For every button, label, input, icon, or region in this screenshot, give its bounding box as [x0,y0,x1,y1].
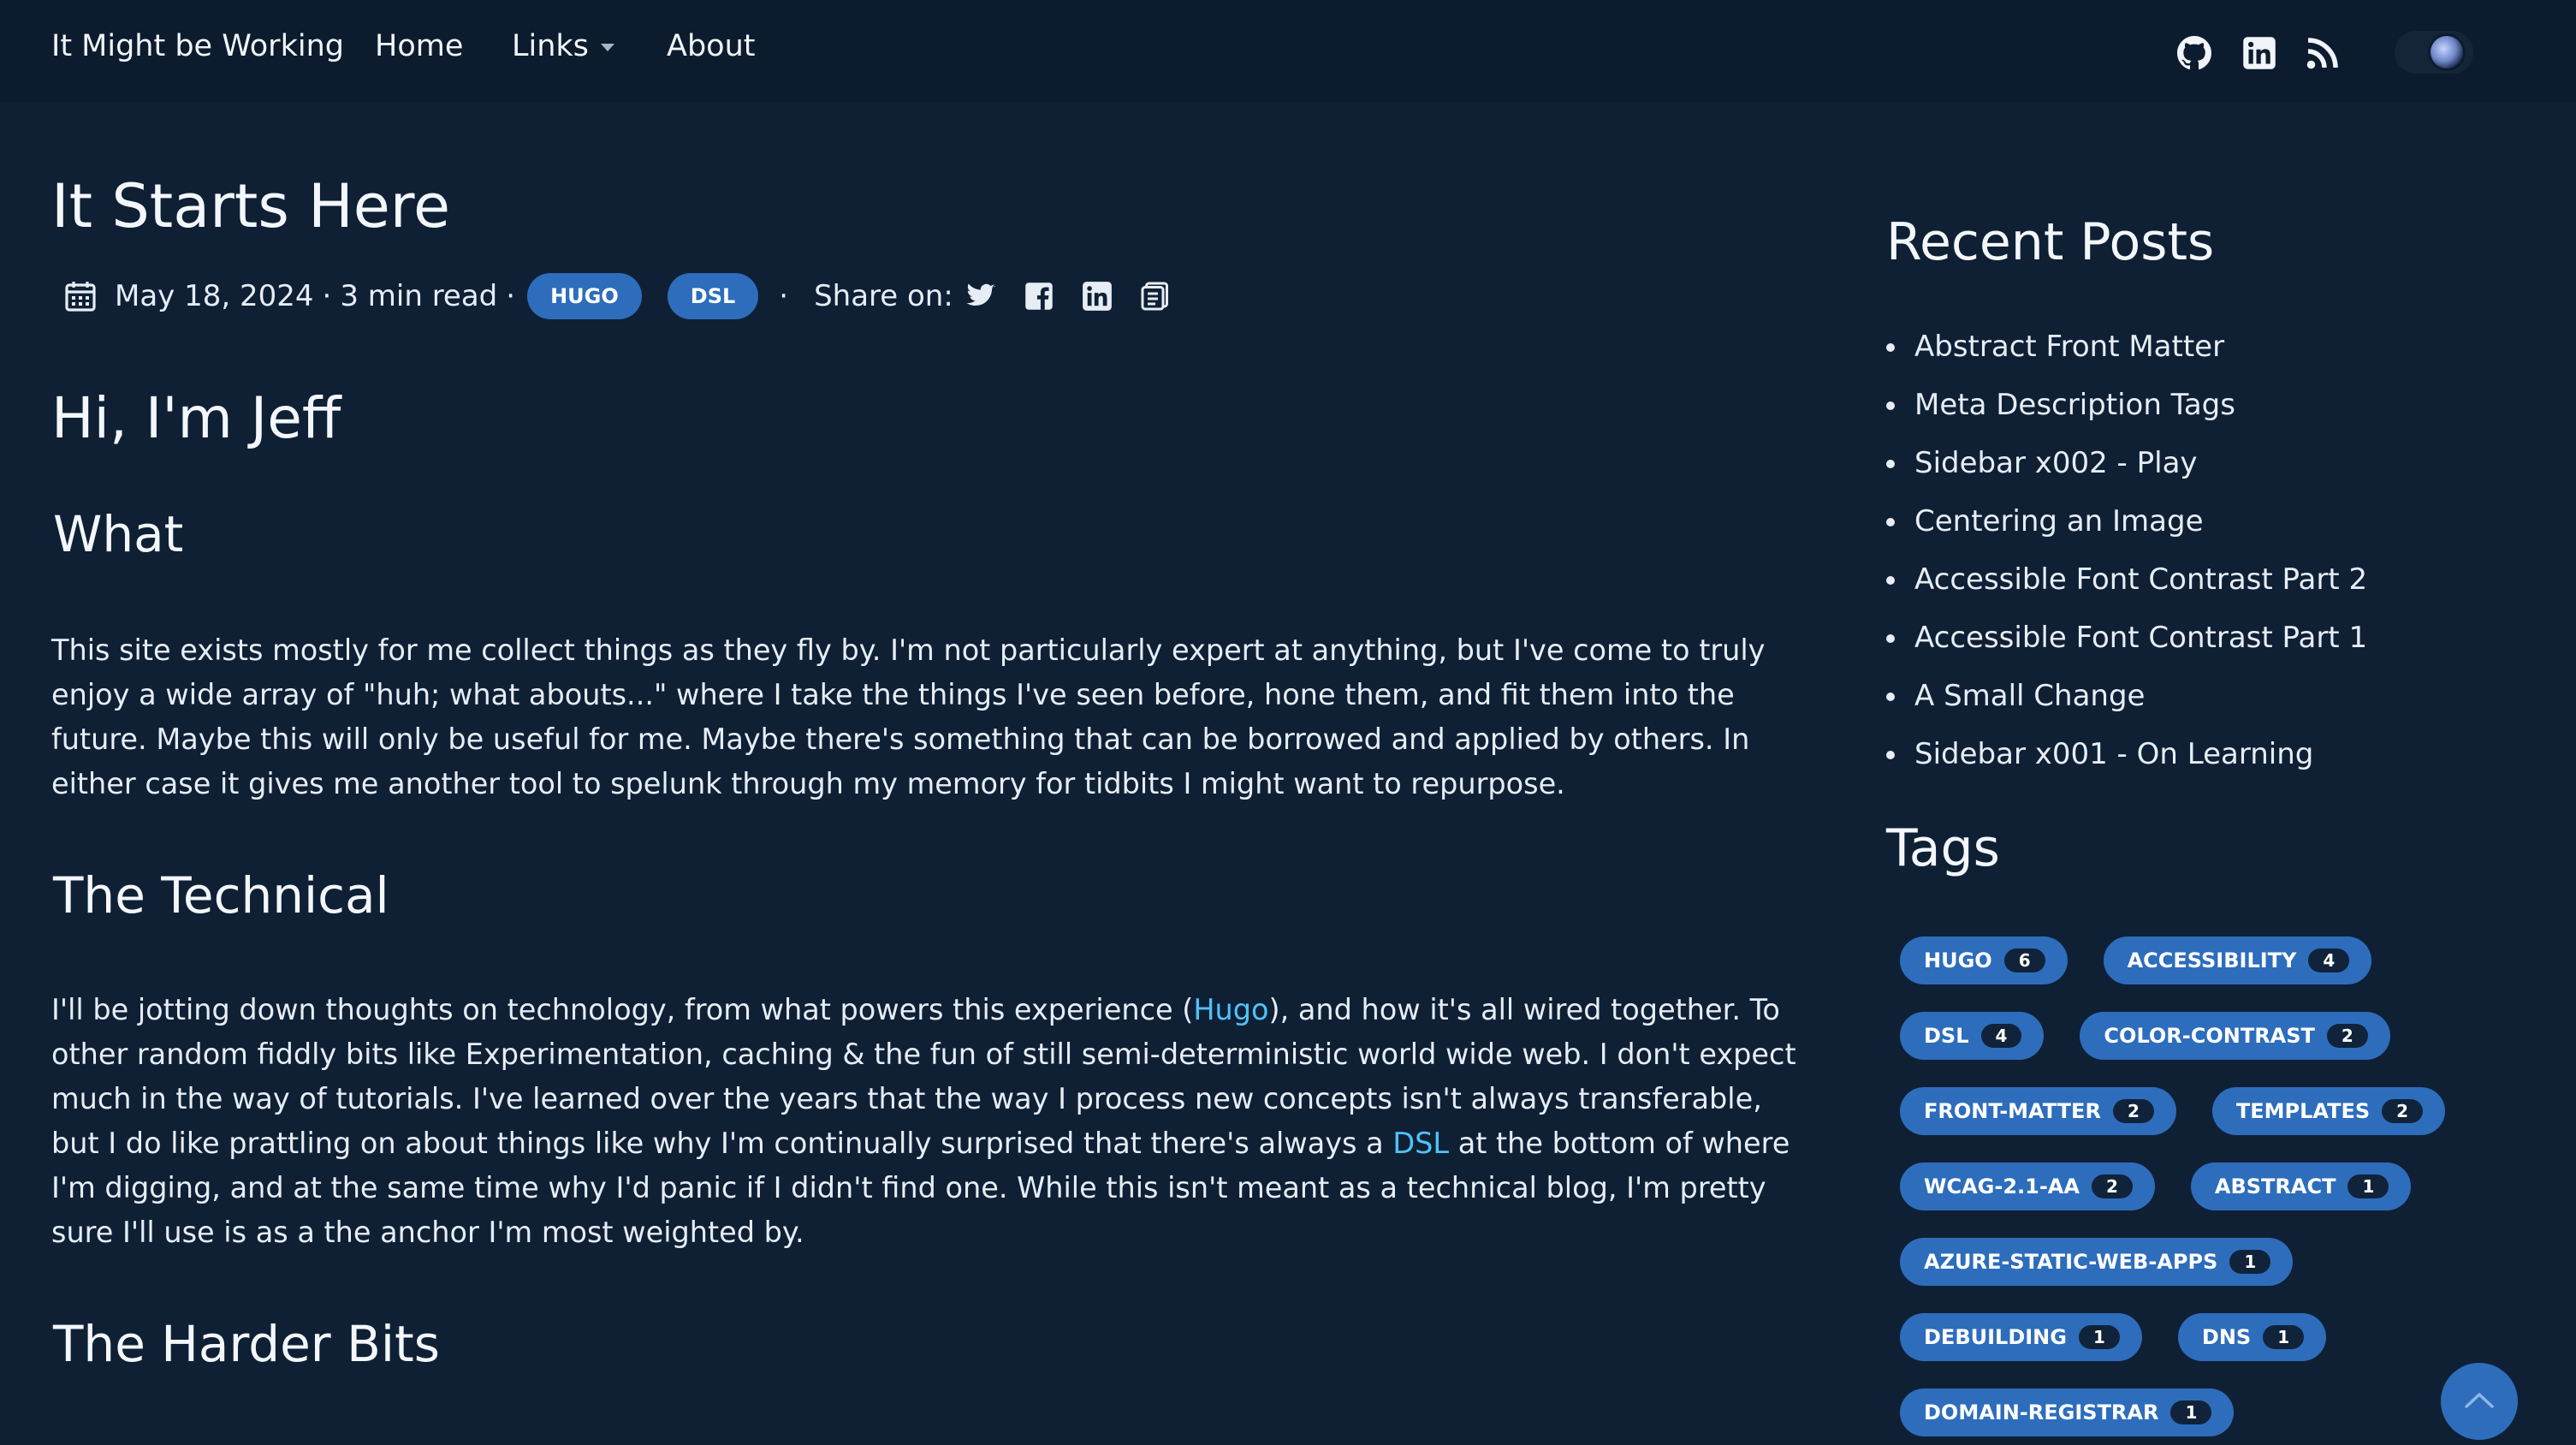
chevron-up-icon [2465,1393,2494,1408]
tag-count: 1 [2263,1325,2305,1349]
recent-post-link[interactable]: Sidebar x001 - On Learning [1886,729,2367,788]
recent-post-link[interactable]: Meta Description Tags [1886,380,2367,438]
tag-name: DSL [1924,1024,1969,1048]
tag-name: TEMPLATES [2235,1099,2371,1123]
linkedin-icon[interactable] [2242,36,2276,70]
recent-post-link[interactable]: Accessible Font Contrast Part 1 [1886,613,2367,671]
tag-link-domain-registrar[interactable]: DOMAIN-REGISTRAR 1 [1900,1389,2235,1436]
tag-count: 1 [2229,1250,2271,1274]
tag-link-wcag[interactable]: WCAG-2.1-AA 2 [1900,1163,2155,1210]
post-tag-dsl[interactable]: DSL [667,273,759,319]
recent-posts-heading: Recent Posts [1886,212,2215,272]
facebook-icon[interactable] [1024,281,1054,312]
recent-post-link[interactable]: Accessible Font Contrast Part 2 [1886,555,2367,613]
tag-name: DNS [2201,1325,2252,1349]
tag-name: WCAG-2.1-AA [1924,1174,2080,1198]
recent-post-link[interactable]: Sidebar x002 - Play [1886,438,2367,497]
tag-cloud: HUGO 6 ACCESSIBILITY 4 DSL 4 COLOR-CONTRAST… [1900,937,2473,1436]
tag-name: ACCESSIBILITY [2127,948,2297,972]
tag-count: 2 [2382,1099,2424,1123]
paragraph-technical: I'll be jotting down thoughts on technol… [51,988,1797,1255]
back-to-top-button[interactable] [2441,1363,2518,1440]
meta-separator: · [506,279,516,313]
tag-link-hugo[interactable]: HUGO 6 [1900,937,2068,984]
tag-link-accessibility[interactable]: ACCESSIBILITY 4 [2103,937,2372,984]
tag-count: 4 [1980,1024,2022,1048]
post-date: May 18, 2024 [115,279,314,313]
nav-about[interactable]: About [667,29,755,63]
rss-icon[interactable] [2306,36,2340,70]
content-heading: Hi, I'm Jeff [51,385,341,451]
chevron-down-icon [600,43,614,51]
tag-name: AZURE-STATIC-WEB-APPS [1924,1250,2218,1274]
tag-name: DEBUILDING [1924,1325,2067,1349]
nav-links-dropdown[interactable]: Links [512,29,614,63]
tag-link-front-matter[interactable]: FRONT-MATTER 2 [1900,1087,2176,1135]
tag-count: 2 [2112,1099,2154,1123]
theme-toggle[interactable] [2395,31,2473,74]
tag-name: ABSTRACT [2214,1174,2336,1198]
section-heading-harder-bits: The Harder Bits [53,1315,440,1373]
tags-heading: Tags [1886,818,2000,878]
tag-name: DOMAIN-REGISTRAR [1924,1400,2159,1424]
read-time: 3 min read [340,279,498,313]
tag-name: FRONT-MATTER [1924,1099,2101,1123]
tag-link-azure-static-web-apps[interactable]: AZURE-STATIC-WEB-APPS 1 [1900,1238,2294,1286]
nav-links-label: Links [512,29,589,63]
paragraph-what: This site exists mostly for me collect t… [51,633,1766,800]
tag-count: 1 [2078,1325,2120,1349]
tag-name: HUGO [1924,948,1992,972]
section-heading-technical: The Technical [53,866,389,925]
post-title: It Starts Here [51,171,451,241]
tag-count: 6 [2003,948,2045,972]
paragraph-text: I'll be jotting down thoughts on technol… [51,993,1194,1026]
tag-count: 1 [2170,1400,2212,1424]
meta-separator: · [779,279,789,313]
tag-name: COLOR-CONTRAST [2104,1024,2315,1048]
link-hugo[interactable]: Hugo [1193,993,1268,1026]
linkedin-share-icon[interactable] [1082,281,1113,312]
nav-home[interactable]: Home [375,29,463,63]
github-icon[interactable] [2177,36,2211,70]
calendar-icon [63,279,98,313]
tag-link-abstract[interactable]: ABSTRACT 1 [2190,1163,2412,1210]
post-meta: May 18, 2024 · 3 min read · HUGO DSL · S… [51,272,1171,320]
tag-count: 2 [2326,1024,2368,1048]
tag-link-dsl[interactable]: DSL 4 [1900,1012,2045,1060]
share-label: Share on: [814,279,953,313]
moon-icon [2431,36,2463,68]
copy-icon[interactable] [1140,281,1171,312]
section-heading-what: What [53,505,184,563]
tag-count: 4 [2308,948,2350,972]
tag-count: 1 [2347,1174,2389,1198]
tag-link-debuilding[interactable]: DEBUILDING 1 [1900,1313,2142,1361]
navbar: It Might be Working Home Links About [0,0,2576,103]
site-brand[interactable]: It Might be Working [51,29,344,63]
tag-count: 2 [2091,1174,2133,1198]
recent-posts-list: Abstract Front Matter Meta Description T… [1886,322,2367,788]
link-dsl[interactable]: DSL [1392,1127,1449,1160]
tag-link-templates[interactable]: TEMPLATES 2 [2211,1087,2446,1135]
tag-link-dns[interactable]: DNS 1 [2177,1313,2327,1361]
meta-separator: · [322,279,332,313]
tag-link-color-contrast[interactable]: COLOR-CONTRAST 2 [2080,1012,2390,1060]
recent-post-link[interactable]: A Small Change [1886,671,2367,729]
post-tag-hugo[interactable]: HUGO [527,273,642,319]
recent-post-link[interactable]: Abstract Front Matter [1886,322,2367,380]
recent-post-link[interactable]: Centering an Image [1886,497,2367,555]
twitter-icon[interactable] [965,281,996,312]
